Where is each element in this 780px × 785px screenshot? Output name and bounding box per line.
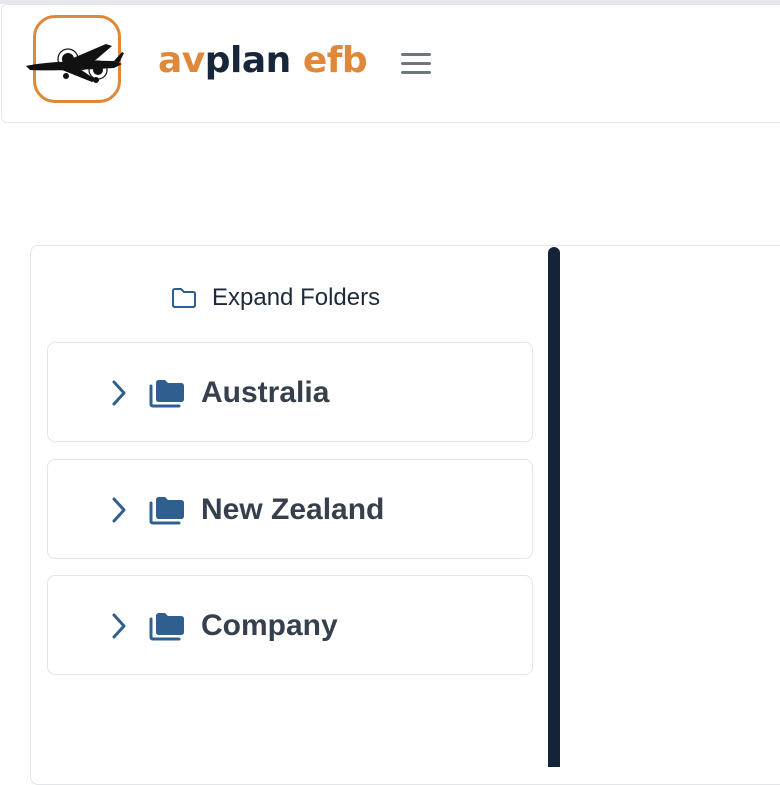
brand-av: av bbox=[158, 40, 205, 81]
app-brand[interactable]: avplan efb bbox=[158, 36, 368, 86]
folder-icon bbox=[149, 613, 184, 641]
panel-resize-divider[interactable] bbox=[548, 247, 560, 767]
folder-row-company[interactable]: Company bbox=[47, 575, 533, 675]
brand-plan: plan bbox=[204, 40, 292, 81]
folder-icon bbox=[149, 380, 184, 408]
folder-label: Australia bbox=[201, 376, 330, 409]
folder-label: New Zealand bbox=[201, 493, 385, 526]
brand-efb: efb bbox=[290, 40, 368, 81]
chevron-right-icon[interactable] bbox=[110, 612, 128, 640]
folder-row-new-zealand[interactable]: New Zealand bbox=[47, 459, 533, 559]
folder-label: Company bbox=[201, 609, 338, 642]
chevron-right-icon[interactable] bbox=[110, 496, 128, 524]
hamburger-menu-icon[interactable] bbox=[399, 51, 433, 77]
airplane-icon bbox=[26, 44, 124, 83]
expand-folders-label: Expand Folders bbox=[212, 284, 381, 311]
chevron-right-icon[interactable] bbox=[110, 379, 128, 407]
expand-folders-button[interactable]: Expand Folders bbox=[170, 280, 380, 316]
folder-icon bbox=[149, 497, 184, 525]
folder-outline-icon bbox=[172, 288, 196, 308]
folder-row-australia[interactable]: Australia bbox=[47, 342, 533, 442]
